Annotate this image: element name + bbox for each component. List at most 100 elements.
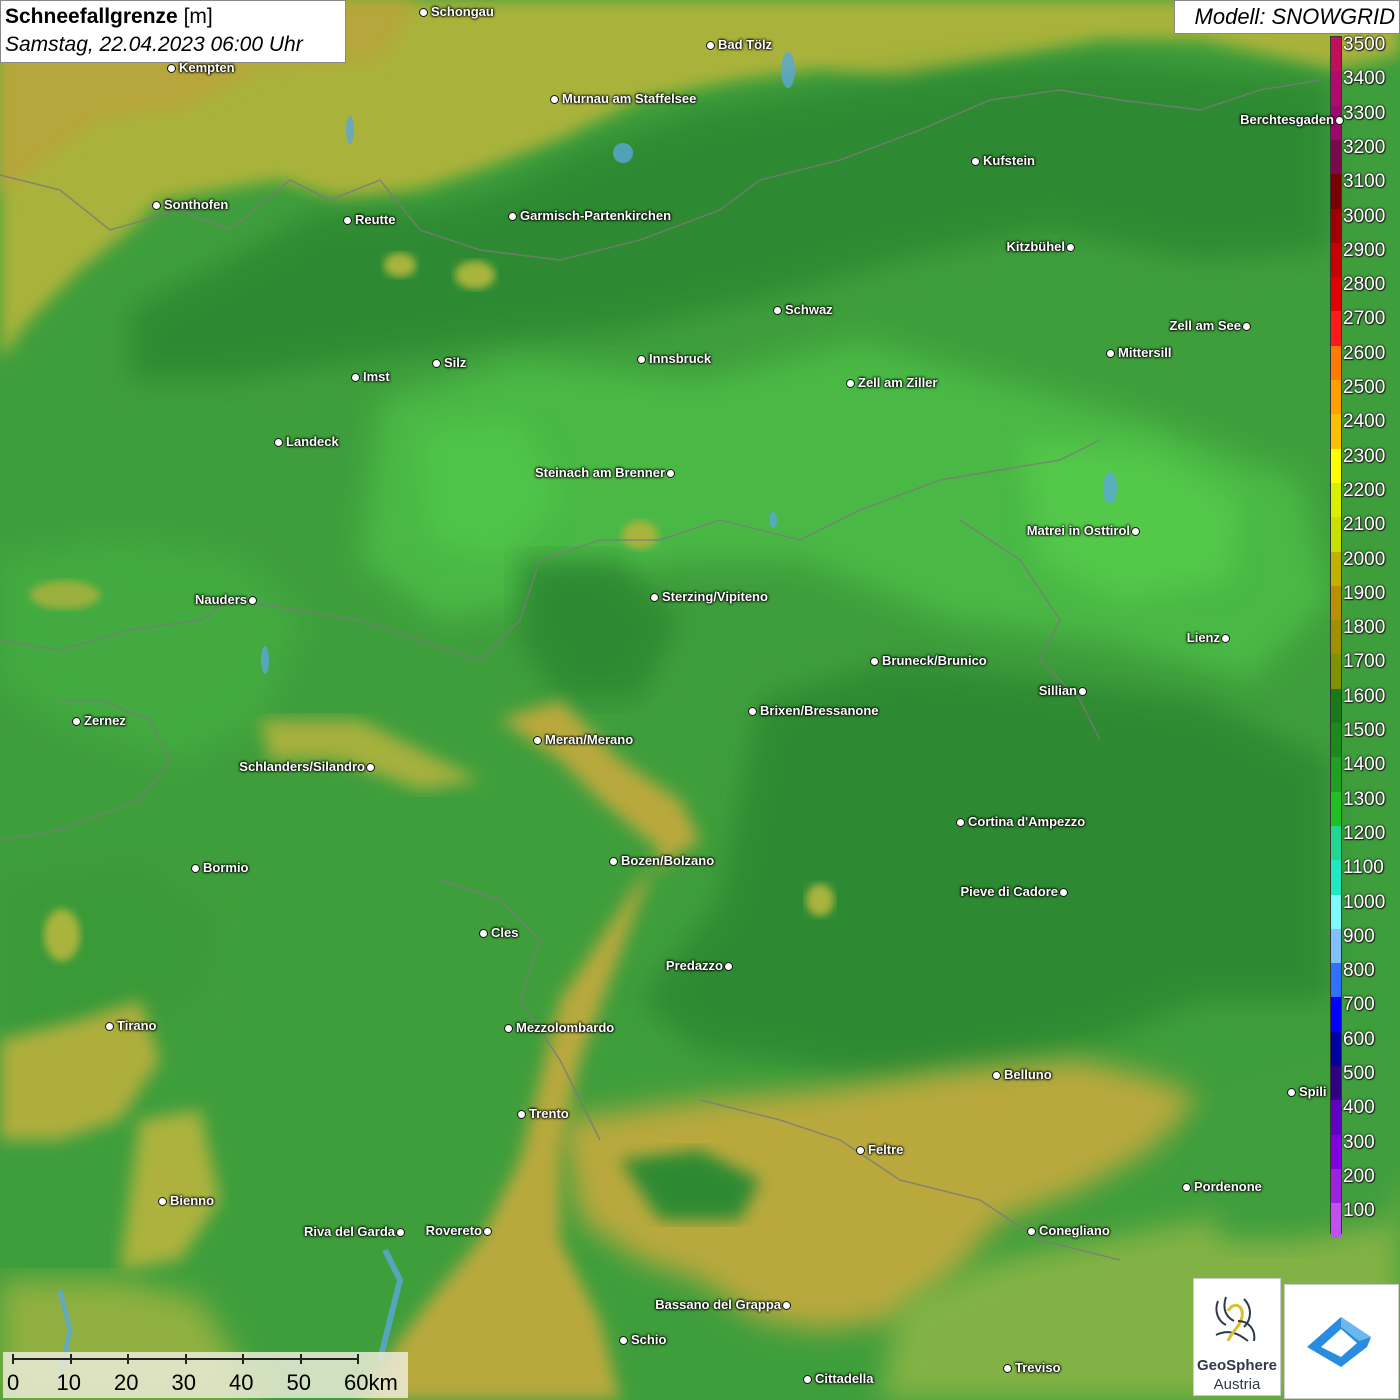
- city-marker-nauders[interactable]: [248, 596, 257, 605]
- scale-tick: [12, 1354, 14, 1364]
- legend-swatch-2600: [1331, 345, 1341, 381]
- city-marker-imst[interactable]: [351, 373, 360, 382]
- scale-label: 10: [56, 1370, 81, 1395]
- legend-label-300: 300: [1343, 1131, 1375, 1153]
- city-marker-tirano[interactable]: [105, 1022, 114, 1031]
- city-marker-matrei-in-osttirol[interactable]: [1131, 527, 1140, 536]
- legend-swatch-3100: [1331, 174, 1341, 210]
- city-label-kempten: Kempten: [179, 60, 235, 75]
- city-marker-bassano-del-grappa[interactable]: [782, 1301, 791, 1310]
- legend-swatch-300: [1331, 1134, 1341, 1170]
- city-marker-trento[interactable]: [517, 1110, 526, 1119]
- city-marker-mittersill[interactable]: [1106, 349, 1115, 358]
- legend-label-1900: 1900: [1343, 582, 1386, 604]
- city-marker-cortina-d-ampezzo[interactable]: [956, 818, 965, 827]
- city-label-feltre: Feltre: [868, 1142, 904, 1157]
- legend-label-600: 600: [1343, 1028, 1375, 1050]
- legend-label-1100: 1100: [1343, 857, 1384, 879]
- city-marker-zell-am-ziller[interactable]: [846, 379, 855, 388]
- city-marker-landeck[interactable]: [274, 438, 283, 447]
- city-marker-riva-del-garda[interactable]: [396, 1228, 405, 1237]
- city-marker-innsbruck[interactable]: [637, 355, 646, 364]
- city-marker-bienno[interactable]: [158, 1197, 167, 1206]
- legend-swatch-2200: [1331, 482, 1341, 519]
- geosphere-sub: Austria: [1213, 1376, 1261, 1393]
- city-marker-bozen-bolzano[interactable]: [609, 857, 618, 866]
- city-marker-feltre[interactable]: [856, 1146, 865, 1155]
- city-label-cortina-d-ampezzo: Cortina d'Ampezzo: [968, 814, 1086, 829]
- city-marker-mezzolombardo[interactable]: [504, 1024, 513, 1033]
- scale-tick: [127, 1354, 129, 1364]
- city-marker-kempten[interactable]: [167, 64, 176, 73]
- city-marker-conegliano[interactable]: [1027, 1227, 1036, 1236]
- city-marker-rovereto[interactable]: [483, 1227, 492, 1236]
- city-label-bienno: Bienno: [170, 1193, 215, 1208]
- city-label-matrei-in-osttirol: Matrei in Osttirol: [1026, 523, 1130, 538]
- geosphere-emblem-icon: [1215, 1296, 1256, 1342]
- city-marker-predazzo[interactable]: [724, 962, 733, 971]
- map-datetime: Samstag, 22.04.2023 06:00 Uhr: [5, 33, 303, 56]
- city-marker-bormio[interactable]: [191, 864, 200, 873]
- city-marker-steinach-am-brenner[interactable]: [666, 469, 675, 478]
- geosphere-logo[interactable]: GeoSphere Austria: [1193, 1278, 1281, 1396]
- city-marker-garmisch-partenkirchen[interactable]: [508, 212, 517, 221]
- city-marker-schio[interactable]: [619, 1336, 628, 1345]
- city-marker-brixen-bressanone[interactable]: [748, 707, 757, 716]
- legend-label-1700: 1700: [1343, 651, 1386, 673]
- city-marker-cittadella[interactable]: [803, 1375, 812, 1384]
- city-marker-sillian[interactable]: [1078, 687, 1087, 696]
- city-label-predazzo: Predazzo: [665, 958, 723, 973]
- city-marker-schwaz[interactable]: [773, 306, 782, 315]
- city-marker-meran-merano[interactable]: [533, 736, 542, 745]
- scale-label: 40: [229, 1370, 254, 1395]
- city-marker-sonthofen[interactable]: [152, 201, 161, 210]
- city-marker-murnau-am-staffelsee[interactable]: [550, 95, 559, 104]
- city-marker-zernez[interactable]: [72, 717, 81, 726]
- city-marker-silz[interactable]: [432, 359, 441, 368]
- city-marker-schongau[interactable]: [419, 8, 428, 17]
- city-marker-sterzing-vipiteno[interactable]: [650, 593, 659, 602]
- legend-swatch-2000: [1331, 551, 1341, 587]
- city-marker-belluno[interactable]: [992, 1071, 1001, 1080]
- city-label-conegliano: Conegliano: [1039, 1223, 1110, 1238]
- legend-swatch-2900: [1331, 242, 1341, 279]
- city-marker-zell-am-see[interactable]: [1242, 322, 1251, 331]
- app-logo-icon: [1307, 1317, 1371, 1367]
- city-marker-treviso[interactable]: [1003, 1364, 1012, 1373]
- city-label-bruneck-brunico: Bruneck/Brunico: [882, 653, 987, 668]
- legend-swatch-1600: [1331, 688, 1341, 724]
- legend-label-700: 700: [1343, 994, 1375, 1016]
- legend-swatch-2800: [1331, 277, 1341, 313]
- legend-label-500: 500: [1343, 1063, 1375, 1084]
- city-marker-bad-t-lz[interactable]: [706, 41, 715, 50]
- city-label-silz: Silz: [444, 355, 467, 370]
- legend-swatch-2100: [1331, 517, 1341, 553]
- legend-label-1500: 1500: [1343, 720, 1386, 741]
- city-marker-reutte[interactable]: [343, 216, 352, 225]
- city-label-pordenone: Pordenone: [1194, 1179, 1262, 1194]
- legend-label-3200: 3200: [1343, 136, 1386, 158]
- city-marker-spili[interactable]: [1287, 1088, 1296, 1097]
- map-title: Schneefallgrenze [m]: [5, 3, 341, 31]
- scale-label: 60km: [344, 1370, 398, 1395]
- legend-label-400: 400: [1343, 1097, 1375, 1119]
- city-marker-bruneck-brunico[interactable]: [870, 657, 879, 666]
- city-label-sterzing-vipiteno: Sterzing/Vipiteno: [662, 589, 768, 604]
- legend-label-1200: 1200: [1343, 822, 1386, 844]
- city-label-innsbruck: Innsbruck: [649, 351, 712, 366]
- city-marker-kitzb-hel[interactable]: [1066, 243, 1075, 252]
- city-marker-lienz[interactable]: [1221, 634, 1230, 643]
- city-marker-schlanders-silandro[interactable]: [366, 763, 375, 772]
- city-label-bassano-del-grappa: Bassano del Grappa: [655, 1297, 781, 1312]
- legend-label-2900: 2900: [1343, 239, 1386, 261]
- city-marker-berchtesgaden[interactable]: [1335, 116, 1344, 125]
- app-logo[interactable]: [1284, 1284, 1399, 1399]
- city-marker-pieve-di-cadore[interactable]: [1059, 888, 1068, 897]
- city-marker-kufstein[interactable]: [971, 157, 980, 166]
- scale-tick: [299, 1354, 302, 1364]
- city-label-sonthofen: Sonthofen: [164, 197, 229, 212]
- legend-label-1600: 1600: [1343, 685, 1386, 707]
- city-marker-cles[interactable]: [479, 929, 488, 938]
- city-marker-pordenone[interactable]: [1182, 1183, 1191, 1192]
- legend-label-2500: 2500: [1343, 377, 1386, 398]
